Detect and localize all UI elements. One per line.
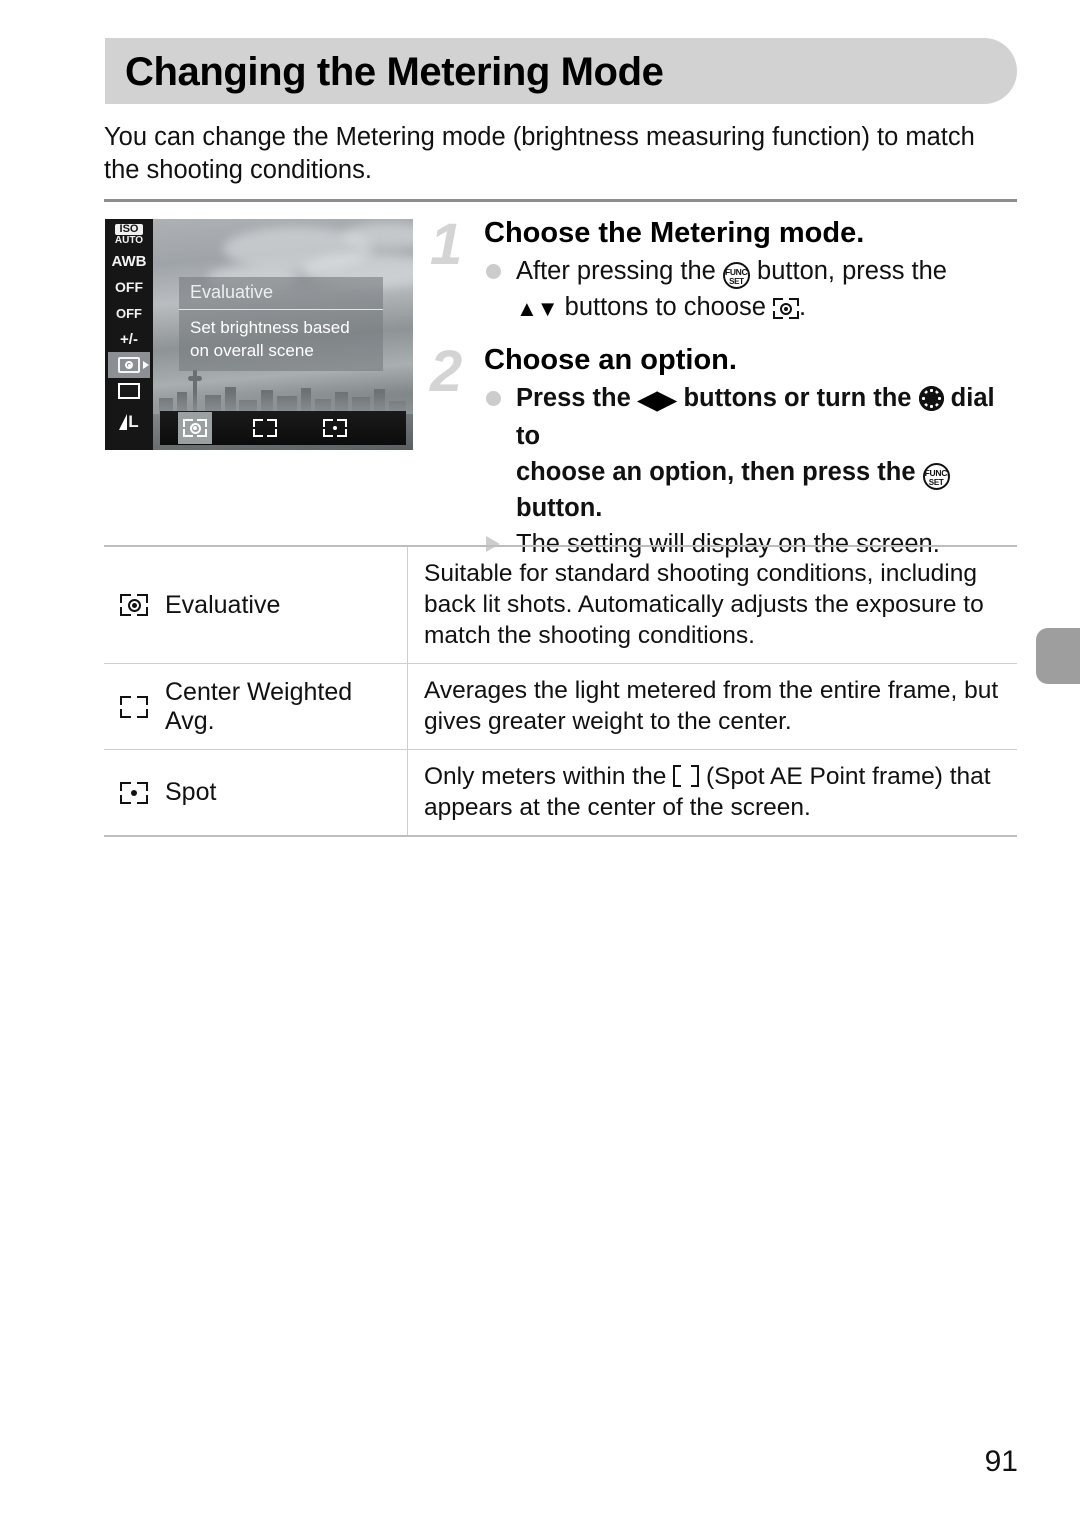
center-weighted-metering-icon xyxy=(253,419,277,437)
table-row: Evaluative Suitable for standard shootin… xyxy=(104,547,1017,664)
step-1-body: After pressing the FUNC. SET button, pres… xyxy=(484,253,1020,327)
spot-ae-point-frame-icon xyxy=(673,765,700,787)
metering-help-title: Evaluative xyxy=(179,277,383,310)
metering-help-line-2: on overall scene xyxy=(190,341,314,360)
metering-option-strip xyxy=(160,411,406,445)
step-2-body: Press the ◀▶ buttons or turn the dial to… xyxy=(484,380,1020,562)
metering-mode-icon[interactable] xyxy=(108,352,150,378)
evaluative-metering-icon xyxy=(773,298,800,319)
white-balance-icon[interactable]: AWB xyxy=(108,248,150,274)
intro-paragraph: You can change the Metering mode (bright… xyxy=(104,123,975,184)
table-mode-label: Evaluative xyxy=(165,590,281,619)
evaluative-metering-icon xyxy=(183,419,207,437)
table-cell-description: Only meters within the (Spot AE Point fr… xyxy=(408,750,1017,835)
table-cell-description: Suitable for standard shooting condition… xyxy=(424,560,984,649)
table-mode-label: Spot xyxy=(165,778,217,806)
metering-help-panel: Evaluative Set brightness based on overa… xyxy=(179,277,383,371)
strip-option-evaluative[interactable] xyxy=(160,411,230,445)
metering-help-body: Set brightness based on overall scene xyxy=(179,310,383,371)
step-2-text-a: Press the xyxy=(516,384,638,412)
page-title: Changing the Metering Mode xyxy=(125,50,664,94)
aspect-ratio-icon[interactable] xyxy=(108,378,150,404)
horizontal-divider xyxy=(104,199,1017,202)
metering-help-line-1: Set brightness based xyxy=(190,318,350,337)
step-2-bullet-line-2: choose an option, then press the FUNC. SE… xyxy=(484,454,1020,490)
table-cell-description: Averages the light metered from the enti… xyxy=(424,677,999,735)
table-row: Spot Only meters within the (Spot AE Poi… xyxy=(104,750,1017,835)
step-1-text-c: buttons to choose xyxy=(557,293,774,321)
step-1-text-b: button, press the xyxy=(749,257,947,285)
strip-option-spot[interactable] xyxy=(300,411,370,445)
table-cell-mode: Spot xyxy=(104,750,408,835)
table-row: Center Weighted Avg. Averages the light … xyxy=(104,664,1017,750)
step-1-number: 1 xyxy=(430,212,463,277)
table-mode-label: Center Weighted Avg. xyxy=(165,677,353,735)
step-1: 1 Choose the Metering mode. After pressi… xyxy=(430,214,1020,327)
spot-metering-icon xyxy=(120,781,148,804)
step-1-text-d: . xyxy=(799,293,807,321)
center-weighted-metering-icon xyxy=(120,695,148,718)
left-right-buttons-icon: ◀▶ xyxy=(637,386,677,414)
func-set-button-icon: FUNC. SET xyxy=(922,463,950,490)
image-quality-icon[interactable]: L xyxy=(108,404,150,430)
step-1-bullet-line-1: After pressing the FUNC. SET button, pres… xyxy=(484,253,1020,289)
table-cell-mode: Center Weighted Avg. xyxy=(104,664,408,749)
func-set-button-icon: FUNC. SET xyxy=(722,262,750,289)
step-2-number: 2 xyxy=(430,339,463,404)
bullet-dot-icon xyxy=(486,264,501,279)
bracketing-off-icon[interactable]: OFF xyxy=(108,300,150,326)
chevron-right-icon xyxy=(143,361,149,369)
step-2-text-b: buttons or turn the xyxy=(676,384,919,412)
aspect-ratio-glyph xyxy=(118,383,140,399)
control-dial-icon xyxy=(918,386,944,411)
up-down-buttons-icon: ▲▼ xyxy=(516,296,559,321)
evaluative-metering-icon xyxy=(120,594,148,616)
step-1-text-a: After pressing the xyxy=(516,257,723,285)
step-1-bullet-line-2: ▲▼ buttons to choose . xyxy=(484,289,1020,327)
spot-metering-icon xyxy=(323,419,347,437)
step-2-heading: Choose an option. xyxy=(484,344,737,376)
my-colors-off-icon[interactable]: OFF xyxy=(108,274,150,300)
chapter-edge-tab xyxy=(1036,628,1080,684)
table-desc-before: Only meters within the xyxy=(424,763,674,790)
step-2-text-d: choose an option, then press the xyxy=(516,458,923,486)
bullet-dot-icon xyxy=(486,391,501,406)
camera-lcd-illustration: ISO AUTO AWB OFF OFF +/- L Evaluative Se… xyxy=(105,219,413,450)
page-number: 91 xyxy=(984,1445,1018,1478)
func-menu-rail: ISO AUTO AWB OFF OFF +/- L xyxy=(105,219,153,450)
step-2-bullet-line-1: Press the ◀▶ buttons or turn the dial to xyxy=(484,380,1020,454)
table-cell-mode: Evaluative xyxy=(104,547,408,663)
strip-option-center-weighted[interactable] xyxy=(230,411,300,445)
step-2: 2 Choose an option. Press the ◀▶ buttons… xyxy=(430,341,1020,562)
flash-exposure-compensation-icon[interactable]: +/- xyxy=(108,326,150,352)
step-1-heading: Choose the Metering mode. xyxy=(484,217,865,249)
metering-modes-table: Evaluative Suitable for standard shootin… xyxy=(104,545,1017,837)
metering-mode-glyph xyxy=(118,357,140,373)
quality-bars-glyph xyxy=(119,414,128,430)
step-2-text-e: button. xyxy=(516,494,603,522)
instruction-steps: 1 Choose the Metering mode. After pressi… xyxy=(430,214,1020,568)
step-2-bullet-line-3: button. xyxy=(484,490,1020,526)
iso-auto-icon[interactable]: ISO AUTO xyxy=(108,222,150,248)
